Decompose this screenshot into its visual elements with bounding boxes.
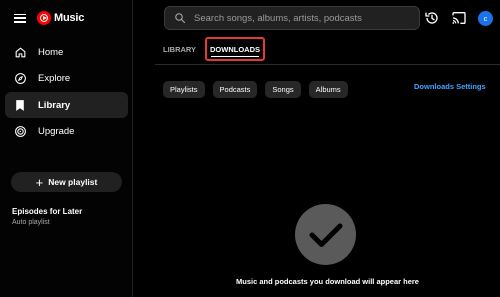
search-icon <box>175 13 186 24</box>
cast-icon[interactable] <box>451 10 467 26</box>
playlist-title: Episodes for Later <box>12 207 83 216</box>
app-name[interactable]: Music <box>54 12 84 24</box>
sidebar: Music Home Explore Library Upgrade + New… <box>0 0 133 297</box>
youtube-music-logo-icon[interactable] <box>37 11 51 25</box>
search-bar[interactable] <box>164 6 420 30</box>
menu-icon[interactable] <box>14 13 26 23</box>
tab-downloads[interactable]: DOWNLOADS <box>205 37 265 61</box>
avatar[interactable]: c <box>478 11 493 26</box>
search-input[interactable] <box>194 12 414 24</box>
sidebar-item-upgrade[interactable]: Upgrade <box>5 119 128 145</box>
playlist-subtitle: Auto playlist <box>12 219 50 226</box>
new-playlist-button[interactable]: + New playlist <box>11 172 122 192</box>
chip-songs[interactable]: Songs <box>265 81 301 98</box>
explore-icon <box>13 72 27 86</box>
sidebar-item-label: Library <box>38 99 71 111</box>
sidebar-item-label: Home <box>38 46 64 58</box>
chip-playlists[interactable]: Playlists <box>163 81 205 98</box>
home-icon <box>13 45 27 59</box>
plus-icon: + <box>35 174 44 190</box>
sidebar-item-explore[interactable]: Explore <box>5 66 128 92</box>
downloads-settings-link[interactable]: Downloads Settings <box>414 82 486 91</box>
sidebar-item-home[interactable]: Home <box>5 39 128 65</box>
playlist-episodes-for-later[interactable]: Episodes for Later Auto playlist <box>12 207 82 226</box>
new-playlist-label: New playlist <box>48 177 98 187</box>
library-tabs: LIBRARY DOWNLOADS <box>155 37 500 65</box>
upgrade-icon <box>13 125 27 139</box>
checkmark-icon <box>309 223 343 247</box>
sidebar-item-library[interactable]: Library <box>5 92 128 118</box>
filter-chips: Playlists Podcasts Songs Albums <box>163 81 356 98</box>
empty-state-message: Music and podcasts you download will app… <box>236 277 419 286</box>
tab-library[interactable]: LIBRARY <box>163 37 196 61</box>
empty-state-illustration <box>295 204 356 265</box>
library-icon <box>13 98 27 112</box>
chip-podcasts[interactable]: Podcasts <box>212 81 258 98</box>
history-icon[interactable] <box>424 10 440 26</box>
sidebar-item-label: Upgrade <box>38 126 75 137</box>
chip-albums[interactable]: Albums <box>308 81 348 98</box>
sidebar-nav: Home Explore Library Upgrade <box>5 39 128 145</box>
sidebar-item-label: Explore <box>38 73 71 84</box>
brand: Music <box>14 9 84 27</box>
